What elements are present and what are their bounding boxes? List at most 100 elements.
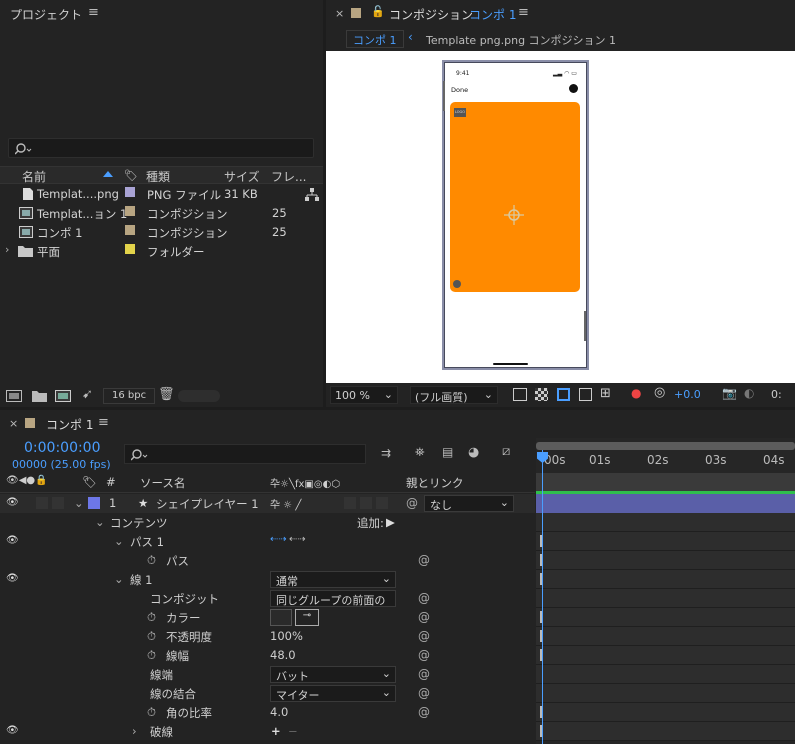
graph-editor-icon[interactable]: ⧄ xyxy=(502,444,510,459)
fast-preview-icon[interactable] xyxy=(513,388,527,401)
resolution-dropdown[interactable]: (フル画質) ⌄ xyxy=(410,386,498,404)
miter-limit-row[interactable]: ⏱ 角の比率 4.0 @ xyxy=(0,703,535,722)
solo-toggle[interactable] xyxy=(36,497,48,509)
chevron-right-icon[interactable]: › xyxy=(132,724,137,738)
label-color-swatch[interactable] xyxy=(125,225,135,235)
label-tag-icon[interactable]: 🏷 xyxy=(124,169,138,182)
project-item[interactable]: › 平面 フォルダー xyxy=(0,242,323,261)
eyedropper-icon[interactable]: ⊸ xyxy=(295,609,319,626)
current-time-display[interactable]: 0:00:00:00 xyxy=(24,440,101,456)
switch-box[interactable] xyxy=(344,497,356,509)
stroke-width-value[interactable]: 48.0 xyxy=(270,648,296,662)
composite-row[interactable]: コンポジット 同じグループの前面の @ xyxy=(0,589,535,608)
layer-name[interactable]: シェイプレイヤー 1 xyxy=(156,496,259,512)
reset-exposure-icon[interactable]: ◎ xyxy=(654,385,665,400)
mask-visibility-icon[interactable] xyxy=(557,388,570,401)
zoom-dropdown[interactable]: 100 % ⌄ xyxy=(330,386,398,404)
chevron-left-icon[interactable]: ‹ xyxy=(408,30,413,44)
color-swatch[interactable] xyxy=(270,609,292,626)
stroke-width-row[interactable]: ⏱ 線幅 48.0 @ xyxy=(0,646,535,665)
timeline-tab[interactable]: コンポ 1 xyxy=(46,416,93,433)
switch-box[interactable] xyxy=(360,497,372,509)
expression-pick-whip-icon[interactable]: @ xyxy=(418,648,430,662)
line-join-dropdown[interactable]: マイター ⌄ xyxy=(270,685,396,702)
chevron-down-icon[interactable]: ⌄ xyxy=(114,534,124,548)
chevron-right-icon[interactable]: › xyxy=(5,243,9,256)
trash-icon[interactable]: 🗑 xyxy=(158,387,175,402)
draft-3d-icon[interactable]: ⛯ xyxy=(415,445,425,460)
new-folder-icon[interactable] xyxy=(32,390,47,402)
column-name[interactable]: 名前 xyxy=(22,168,46,185)
lock-icon[interactable]: 🔓 xyxy=(371,5,385,18)
hide-shy-layers-icon[interactable]: ▤ xyxy=(442,445,453,459)
grid-guides-icon[interactable]: ⊞ xyxy=(600,386,611,401)
stopwatch-icon[interactable]: ⏱ xyxy=(147,553,156,568)
layer-row[interactable]: 👁 ⌄ 1 ★ シェイプレイヤー 1 卆 ☼ ╱ @ なし ⌄ xyxy=(0,494,535,513)
column-source-name[interactable]: ソース名 xyxy=(140,475,185,491)
interpret-footage-icon[interactable] xyxy=(6,390,22,402)
expression-pick-whip-icon[interactable]: @ xyxy=(418,705,430,719)
panel-menu-icon[interactable]: ≡ xyxy=(518,5,529,20)
new-composition-icon[interactable] xyxy=(55,390,71,402)
work-area-bar[interactable] xyxy=(536,442,795,450)
add-menu-icon[interactable]: ▶ xyxy=(386,515,395,529)
region-of-interest-icon[interactable] xyxy=(579,388,592,401)
expression-pick-whip-icon[interactable]: @ xyxy=(418,667,430,681)
composition-mini-flowchart-icon[interactable]: ⇉ xyxy=(381,446,391,460)
channel-icon[interactable]: ● xyxy=(631,386,641,400)
label-color-swatch[interactable] xyxy=(125,244,135,254)
stopwatch-icon[interactable]: ⏱ xyxy=(147,705,156,720)
opacity-row[interactable]: ⏱ 不透明度 100 % @ xyxy=(0,627,535,646)
panel-menu-icon[interactable]: ≡ xyxy=(98,415,109,430)
project-settings-icon[interactable]: ➹ xyxy=(82,387,93,402)
stopwatch-icon[interactable]: ⏱ xyxy=(147,648,156,663)
panel-menu-icon[interactable]: ≡ xyxy=(88,5,99,20)
snapshot-icon[interactable]: 📷 xyxy=(722,386,737,400)
close-icon[interactable]: × xyxy=(335,7,344,20)
expression-pick-whip-icon[interactable]: @ xyxy=(418,553,430,567)
path-row[interactable]: ⏱ パス @ xyxy=(0,551,535,570)
time-ruler[interactable]: 00s 01s 02s 03s 04s xyxy=(536,450,795,472)
color-row[interactable]: ⏱ カラー ⊸ @ xyxy=(0,608,535,627)
eye-icon[interactable]: 👁 xyxy=(6,573,19,584)
playhead-line[interactable] xyxy=(542,450,543,744)
column-frames[interactable]: フレ... xyxy=(271,168,306,185)
remove-dash-icon[interactable]: − xyxy=(288,724,298,738)
chevron-down-icon[interactable]: ⌄ xyxy=(95,515,105,529)
pick-whip-icon[interactable]: @ xyxy=(406,496,418,510)
layer-bar[interactable] xyxy=(536,494,795,513)
breadcrumb-active[interactable]: コンポ 1 xyxy=(346,30,404,48)
timeline-graph[interactable]: 00s 01s 02s 03s 04s xyxy=(536,438,795,744)
path-direction-reverse-icon[interactable]: ⇠⇢ xyxy=(289,534,306,545)
viewer-panel-label[interactable]: コンポジション xyxy=(389,6,473,23)
chevron-down-icon[interactable]: ⌄ xyxy=(114,572,124,586)
label-color-swatch[interactable] xyxy=(125,187,135,197)
path-direction-icon[interactable]: ⇠⇢ xyxy=(270,534,287,545)
eye-icon[interactable]: 👁 xyxy=(6,725,19,736)
layer-switches-icon[interactable]: 卆☼╲fx▣◎◐⬡ xyxy=(270,475,340,490)
column-size[interactable]: サイズ xyxy=(224,168,260,185)
chevron-down-icon[interactable]: ⌄ xyxy=(74,496,84,510)
frame-blending-icon[interactable]: ◕ xyxy=(468,445,479,460)
project-item[interactable]: Templat....png PNG ファイル 31 KB xyxy=(0,185,323,204)
path-group-row[interactable]: 👁 ⌄ パス 1 ⇠⇢ ⇠⇢ xyxy=(0,532,535,551)
miter-limit-value[interactable]: 4.0 xyxy=(270,705,288,719)
stopwatch-icon[interactable]: ⏱ xyxy=(147,610,156,625)
opacity-value[interactable]: 100 xyxy=(270,629,292,643)
expression-pick-whip-icon[interactable]: @ xyxy=(418,629,430,643)
project-search-input[interactable] xyxy=(8,138,314,158)
bit-depth-button[interactable]: 16 bpc xyxy=(103,388,156,404)
composition-canvas[interactable]: 9:41 ▂▃ ◠ ▭ Done LOGO xyxy=(326,51,795,383)
eye-icon[interactable]: 👁 xyxy=(6,497,19,508)
breadcrumb-item[interactable]: Template png.png コンポジション 1 xyxy=(426,32,616,48)
column-type[interactable]: 種類 xyxy=(146,168,170,185)
transparency-grid-icon[interactable] xyxy=(535,388,548,401)
label-tag-icon[interactable]: 🏷 xyxy=(82,475,97,489)
thumbnail-scrollbar[interactable] xyxy=(178,390,220,402)
viewer-comp-name[interactable]: コンポ 1 xyxy=(469,6,516,23)
label-color-swatch[interactable] xyxy=(125,206,135,216)
column-parent-link[interactable]: 親とリンク xyxy=(406,475,464,491)
anchor-point-icon[interactable] xyxy=(504,205,524,225)
expression-pick-whip-icon[interactable]: @ xyxy=(418,591,430,605)
expression-pick-whip-icon[interactable]: @ xyxy=(418,610,430,624)
